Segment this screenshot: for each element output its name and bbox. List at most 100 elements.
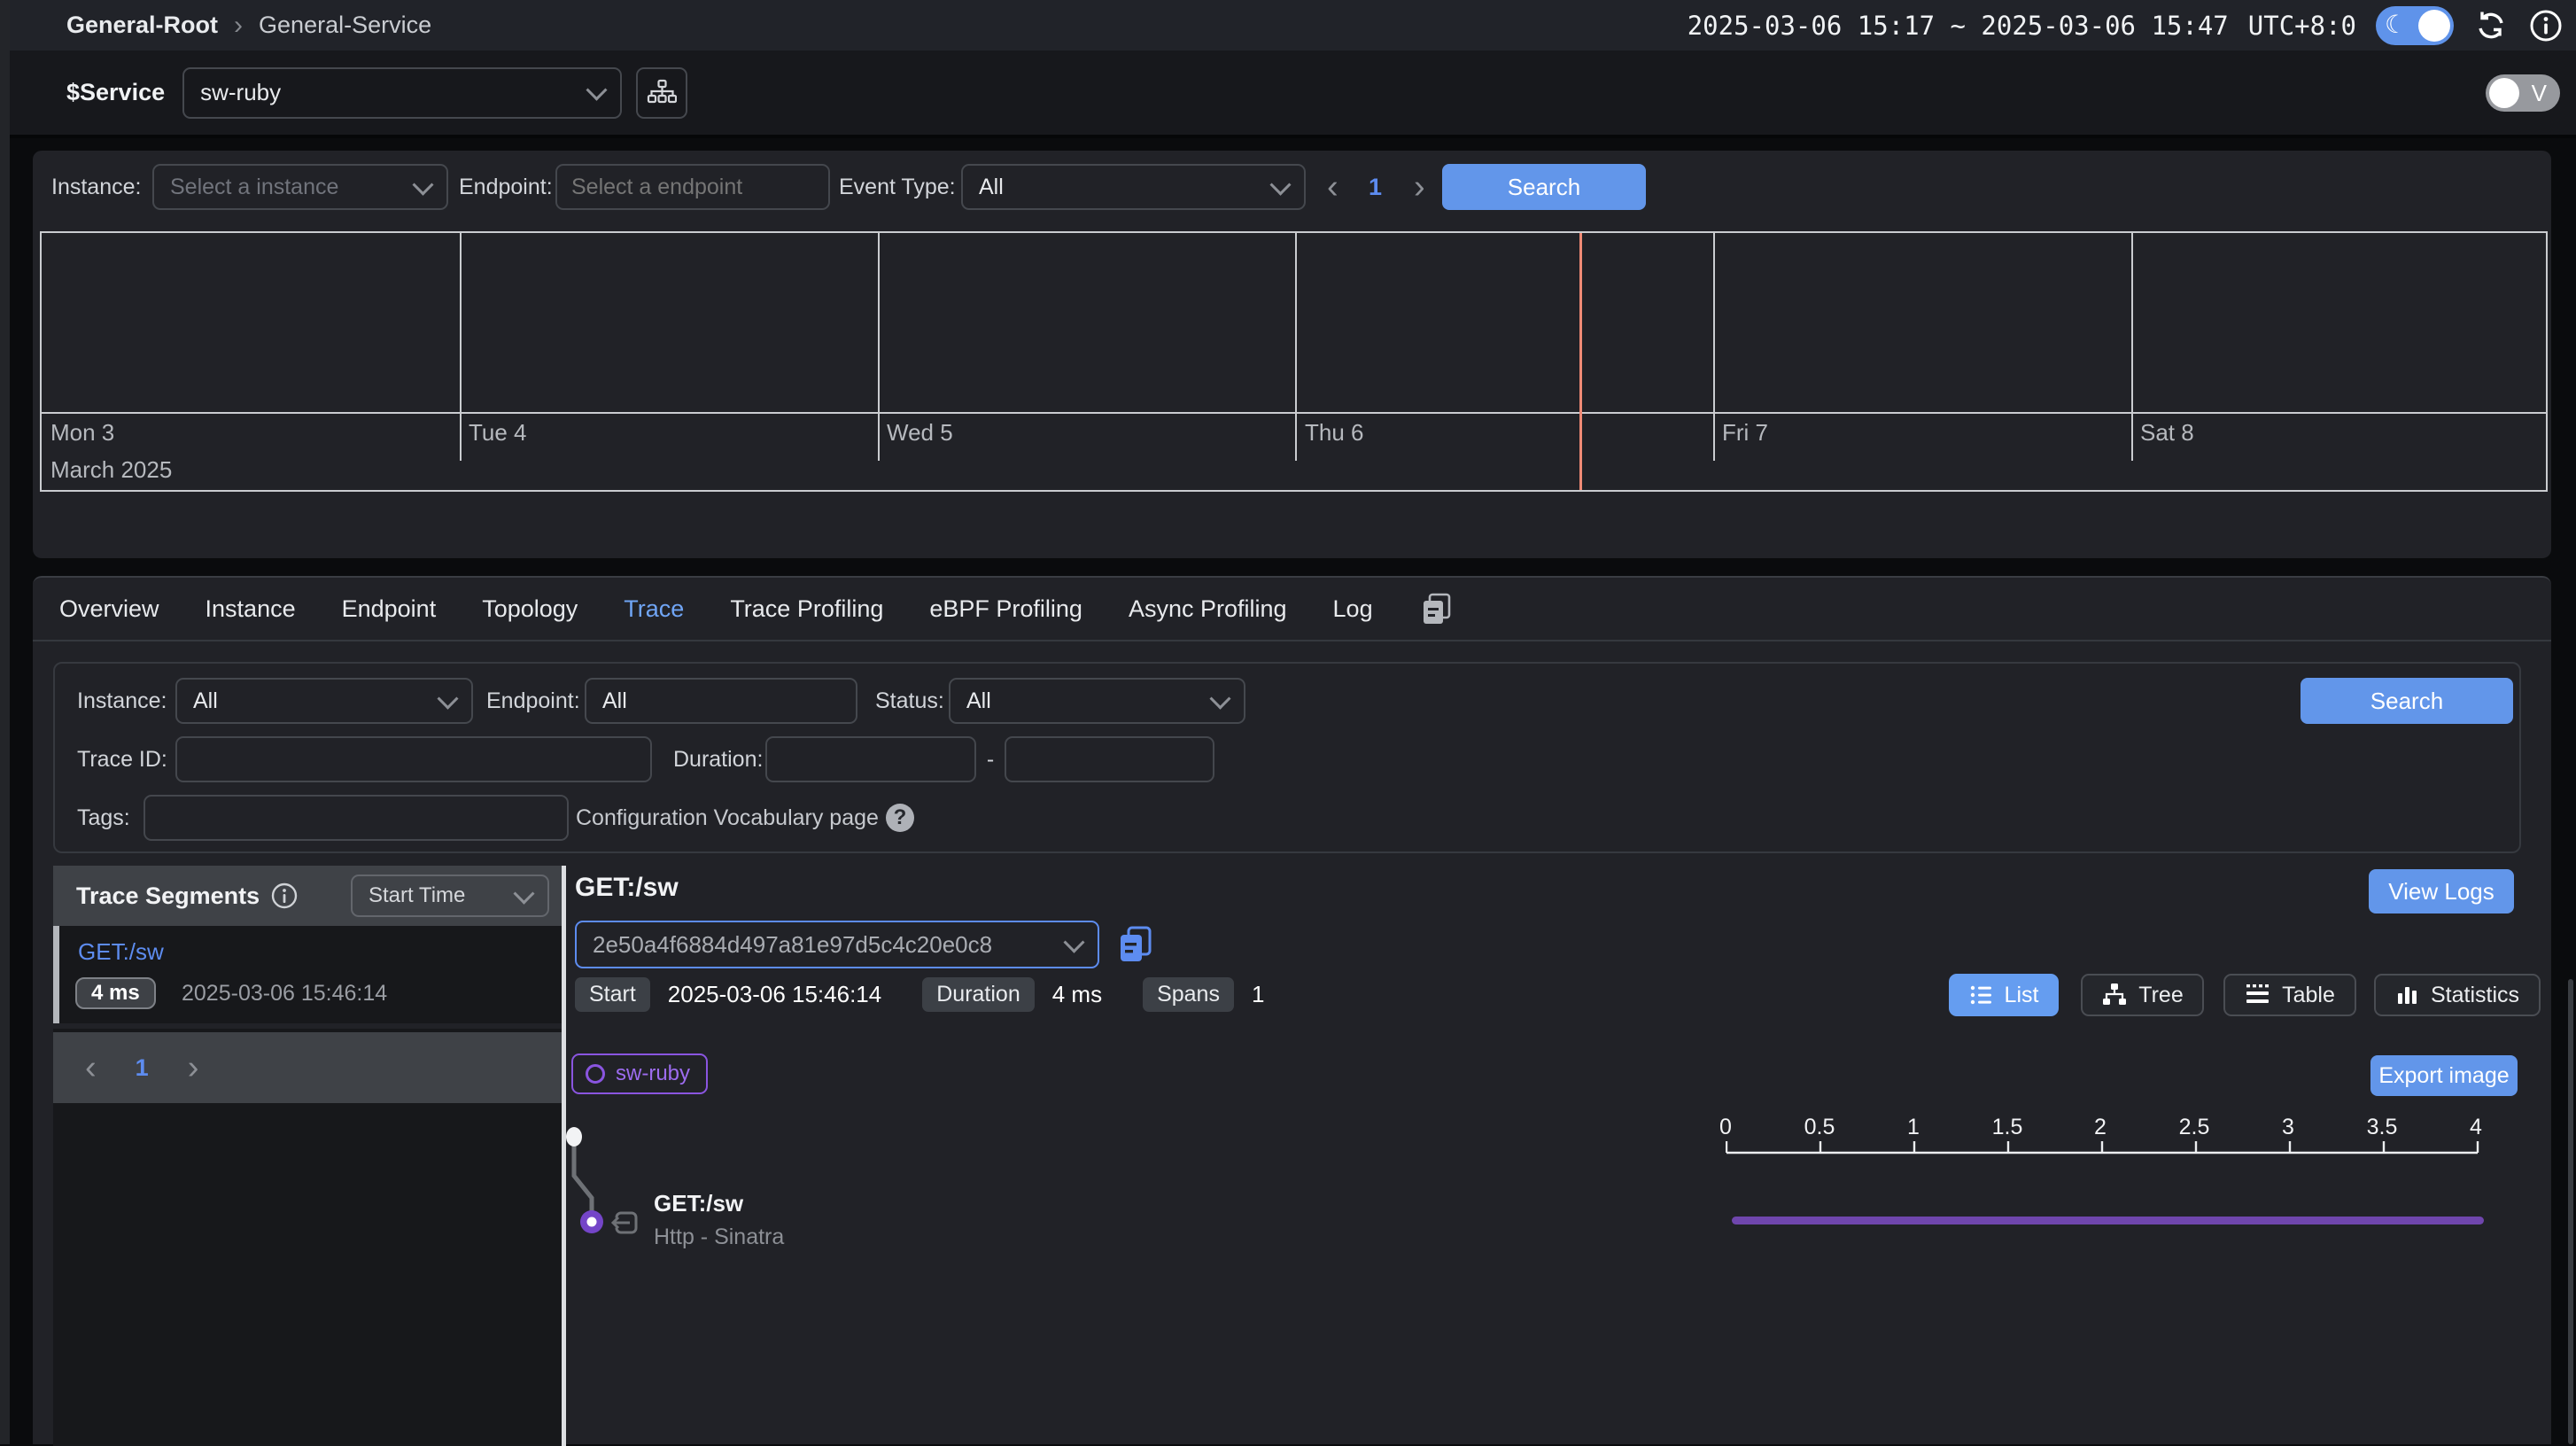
chevron-down-icon xyxy=(1209,688,1230,709)
axis-tick-label: 3.5 xyxy=(2347,1115,2417,1140)
event-instance-select[interactable]: Select a instance xyxy=(152,164,448,210)
breadcrumb-root[interactable]: General-Root xyxy=(66,12,218,39)
tab-topology[interactable]: Topology xyxy=(482,595,578,623)
duration-min-input[interactable] xyxy=(765,736,976,782)
event-next-page-button[interactable]: › xyxy=(1414,164,1425,210)
service-bar: $Service sw-ruby V xyxy=(10,51,2576,138)
copy-trace-id-icon[interactable] xyxy=(1115,924,1156,965)
trace-filter-row-3: Tags: Configuration Vocabulary page ? xyxy=(55,795,2519,841)
tab-trace[interactable]: Trace xyxy=(624,595,684,623)
selected-indicator xyxy=(53,926,59,1023)
time-range[interactable]: 2025-03-06 15:17 ~ 2025-03-06 15:47 xyxy=(1688,11,2229,41)
span-name[interactable]: GET:/sw xyxy=(654,1190,743,1217)
vocabulary-text: Configuration Vocabulary page xyxy=(576,805,879,831)
segments-page-number[interactable]: 1 xyxy=(136,1045,149,1091)
view-table-label: Table xyxy=(2282,983,2335,1008)
variables-toggle-label: V xyxy=(2532,80,2547,107)
trace-id-select[interactable]: 2e50a4f6884d497a81e97d5c4c20e0c8 xyxy=(575,921,1099,968)
chevron-down-icon xyxy=(586,80,608,101)
chevron-down-icon xyxy=(412,174,433,195)
event-page-number[interactable]: 1 xyxy=(1369,164,1382,210)
view-tree-button[interactable]: Tree xyxy=(2081,974,2204,1016)
vertical-scrollbar[interactable] xyxy=(2568,979,2573,1444)
trace-segments-title: Trace Segments xyxy=(76,882,260,910)
segments-pagination: ‹ 1 › xyxy=(53,1032,562,1103)
service-select[interactable]: sw-ruby xyxy=(182,67,622,119)
duration-separator: - xyxy=(983,736,997,782)
trace-status-select[interactable]: All xyxy=(949,678,1245,724)
refresh-icon[interactable] xyxy=(2473,8,2509,43)
service-select-value: sw-ruby xyxy=(200,79,281,106)
breadcrumb: General-Root › General-Service xyxy=(66,12,431,39)
tree-icon xyxy=(2101,982,2128,1008)
trace-segment-item[interactable]: GET:/sw 4 ms 2025-03-06 15:46:14 xyxy=(53,926,562,1029)
trace-id-input[interactable] xyxy=(175,736,652,782)
tab-async-profiling[interactable]: Async Profiling xyxy=(1129,595,1287,623)
trace-search-button[interactable]: Search xyxy=(2301,678,2513,724)
span-duration-bar[interactable] xyxy=(1732,1217,2484,1224)
trace-detail-panel: GET:/sw View Logs 2e50a4f6884d497a81e97d… xyxy=(566,866,2551,1446)
export-image-button[interactable]: Export image xyxy=(2370,1055,2518,1096)
tab-instance[interactable]: Instance xyxy=(206,595,296,623)
toggle-knob xyxy=(2489,78,2519,108)
service-ring-icon xyxy=(586,1064,605,1084)
calendar-month-label: March 2025 xyxy=(50,456,172,484)
trace-meta-row: Start 2025-03-06 15:46:14 Duration 4 ms … xyxy=(575,974,1287,1015)
timezone[interactable]: UTC+8:0 xyxy=(2248,11,2356,41)
view-list-button[interactable]: List xyxy=(1949,974,2059,1016)
calendar-gridline xyxy=(1713,233,1715,461)
table-icon xyxy=(2245,982,2271,1008)
calendar-gridline xyxy=(1295,233,1297,461)
segments-sort-select[interactable]: Start Time xyxy=(351,875,549,917)
entry-span-icon xyxy=(609,1206,642,1240)
dark-mode-toggle[interactable]: ☾ xyxy=(2376,6,2454,45)
calendar-day-label: Fri 7 xyxy=(1722,419,1768,447)
event-endpoint-label: Endpoint: xyxy=(459,164,553,210)
segments-prev-page-button[interactable]: ‹ xyxy=(85,1045,97,1091)
tab-endpoint[interactable]: Endpoint xyxy=(342,595,437,623)
segments-sort-value: Start Time xyxy=(369,883,465,908)
tags-input[interactable] xyxy=(144,795,569,841)
question-icon: ? xyxy=(886,804,914,832)
event-endpoint-input[interactable] xyxy=(555,164,830,210)
event-search-button[interactable]: Search xyxy=(1442,164,1646,210)
trace-filter-row-1: Instance: All Endpoint: All Status: All … xyxy=(55,678,2519,724)
tab-bar: Overview Instance Endpoint Topology Trac… xyxy=(33,578,2551,641)
calendar-gridline xyxy=(460,233,462,461)
tab-overview[interactable]: Overview xyxy=(59,595,159,623)
statistics-icon xyxy=(2395,983,2420,1007)
segment-duration-badge: 4 ms xyxy=(75,977,156,1009)
chevron-down-icon xyxy=(437,688,458,709)
event-timeline-calendar[interactable]: Mon 3 Tue 4 Wed 5 Thu 6 Fri 7 Sat 8 Marc… xyxy=(40,231,2548,492)
info-icon[interactable] xyxy=(2528,8,2564,43)
view-list-label: List xyxy=(2005,983,2039,1008)
calendar-day-label: Tue 4 xyxy=(469,419,527,447)
event-filter-row: Instance: Select a instance Endpoint: Ev… xyxy=(33,164,2551,210)
start-value: 2025-03-06 15:46:14 xyxy=(668,981,881,1008)
vocabulary-link[interactable]: Configuration Vocabulary page ? xyxy=(576,795,914,841)
start-chip: Start xyxy=(575,977,650,1012)
view-statistics-button[interactable]: Statistics xyxy=(2374,974,2541,1016)
service-hierarchy-button[interactable] xyxy=(636,67,687,119)
duration-max-input[interactable] xyxy=(1005,736,1214,782)
event-type-value: All xyxy=(979,175,1004,200)
tab-log[interactable]: Log xyxy=(1333,595,1373,623)
view-logs-button[interactable]: View Logs xyxy=(2369,869,2514,913)
service-legend-chip[interactable]: sw-ruby xyxy=(571,1053,708,1094)
trace-endpoint-input[interactable]: All xyxy=(585,678,857,724)
segments-next-page-button[interactable]: › xyxy=(188,1045,199,1091)
calendar-day-label: Wed 5 xyxy=(887,419,953,447)
event-type-select[interactable]: All xyxy=(961,164,1306,210)
copy-tabs-icon[interactable] xyxy=(1419,591,1455,626)
trace-id-label: Trace ID: xyxy=(77,736,167,782)
calendar-axis-line xyxy=(42,412,2546,414)
variables-toggle[interactable]: V xyxy=(2486,74,2560,112)
view-table-button[interactable]: Table xyxy=(2223,974,2356,1016)
list-icon xyxy=(1969,983,1994,1007)
segment-endpoint-name[interactable]: GET:/sw xyxy=(78,938,164,966)
duration-value: 4 ms xyxy=(1052,981,1102,1008)
tab-ebpf-profiling[interactable]: eBPF Profiling xyxy=(929,595,1082,623)
event-prev-page-button[interactable]: ‹ xyxy=(1327,164,1338,210)
tab-trace-profiling[interactable]: Trace Profiling xyxy=(730,595,883,623)
trace-instance-select[interactable]: All xyxy=(175,678,473,724)
